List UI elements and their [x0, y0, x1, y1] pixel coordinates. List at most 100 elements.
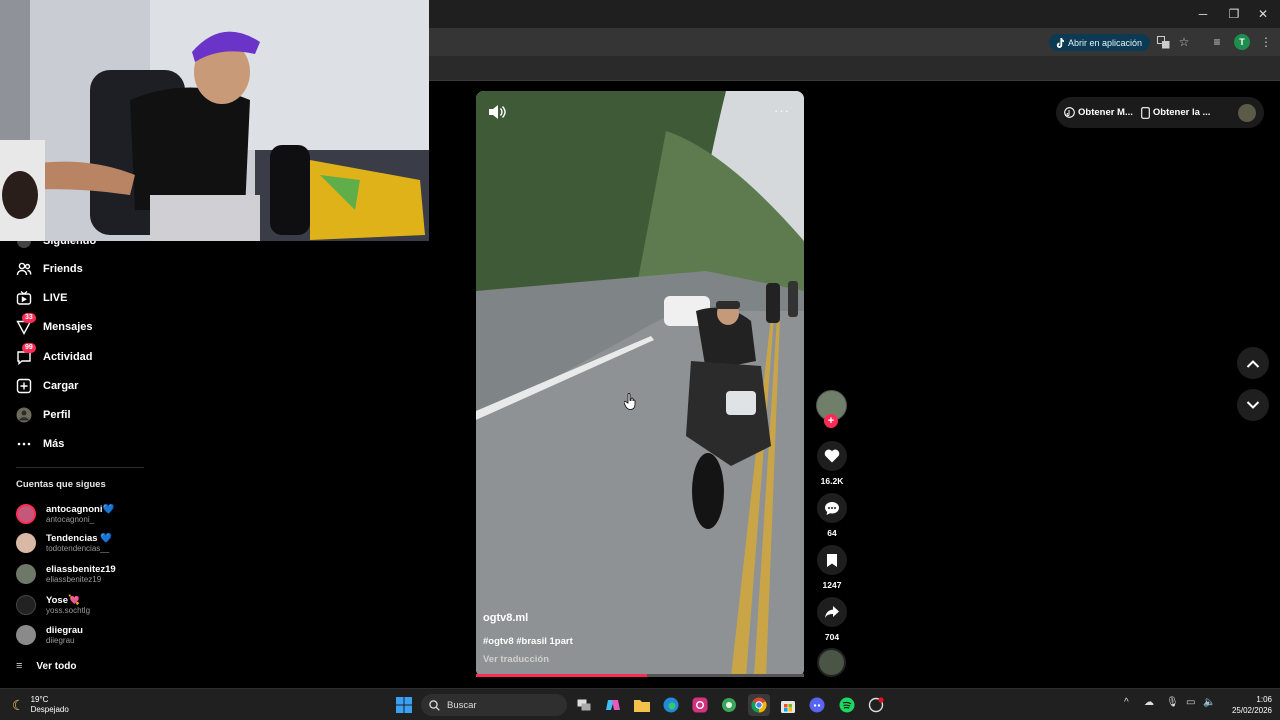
start-button[interactable] [393, 694, 415, 716]
chevron-up-icon [1246, 359, 1260, 368]
account-name: Tendencias 💙 [46, 532, 113, 544]
browser-profile-avatar[interactable]: T [1234, 34, 1250, 50]
sidebar-item-more[interactable]: Más [16, 433, 64, 455]
get-app-button-2[interactable]: Obtener la ... [1141, 106, 1210, 119]
account-name: eliassbenitez19 [46, 563, 116, 575]
sidebar-item-label: Friends [43, 263, 83, 275]
moon-icon: ☾ [12, 696, 25, 713]
see-translation-link[interactable]: Ver traducción [483, 654, 549, 665]
comment-button[interactable] [817, 493, 847, 523]
comment-icon [825, 501, 839, 515]
followed-account-item[interactable]: antocagnoni💙 antocagnoni_ [16, 501, 114, 527]
bookmark-star-icon[interactable]: ☆ [1175, 33, 1193, 51]
video-hashtags[interactable]: #ogtv8 #brasil 1part [483, 636, 573, 647]
open-in-app-label: Abrir en aplicación [1068, 37, 1143, 48]
previous-video-button[interactable] [1237, 347, 1269, 379]
sidebar-item-profile[interactable]: Perfil [16, 404, 71, 426]
avatar [16, 564, 36, 584]
spotify-icon[interactable] [836, 694, 858, 716]
get-app-pill: Obtener M... Obtener la ... [1056, 97, 1264, 128]
video-author[interactable]: ogtv8.ml [483, 612, 528, 624]
like-count: 16.2K [820, 476, 844, 486]
account-handle: yoss.sochtlg [46, 605, 91, 615]
sidebar-item-label: Cargar [43, 380, 79, 392]
instagram-icon[interactable] [689, 694, 711, 716]
sidebar-item-activity[interactable]: 99 Actividad [16, 343, 93, 368]
live-icon [16, 290, 32, 306]
close-icon[interactable]: ✕ [1246, 0, 1280, 28]
followed-account-item[interactable]: diiegrau diiegrau [16, 622, 83, 648]
sidebar-divider [16, 467, 144, 468]
user-avatar[interactable] [1238, 103, 1256, 122]
get-app-button-1[interactable]: Obtener M... [1064, 107, 1133, 118]
see-all-link[interactable]: ≡ Ver todo [16, 655, 76, 677]
tiktok-coin-icon [1064, 107, 1075, 118]
onedrive-icon[interactable]: ☁ [1144, 697, 1154, 708]
list-icon: ≡ [16, 660, 23, 672]
follow-plus-icon[interactable]: + [824, 414, 838, 428]
tray-overflow-icon[interactable]: ^ [1124, 697, 1129, 708]
system-clock[interactable]: 1:06 25/02/2026 [1224, 694, 1272, 716]
task-view-icon[interactable] [573, 694, 595, 716]
followed-account-item[interactable]: Tendencias 💙 todotendencias__ [16, 530, 112, 556]
volume-tray-icon[interactable]: 🔈 [1203, 697, 1215, 708]
like-button[interactable] [817, 441, 847, 471]
desktop: ─ ❐ ✕ Abrir en aplicación ☆ ≡ T ⋮ Siguie… [0, 0, 1280, 720]
edge-icon[interactable] [660, 694, 682, 716]
file-explorer-icon[interactable] [631, 694, 653, 716]
avatar [16, 595, 36, 615]
tiktok-icon [1056, 37, 1064, 48]
app-icon-red-dot[interactable] [865, 694, 887, 716]
avatar [16, 504, 36, 524]
sidebar-item-friends[interactable]: Friends [16, 258, 83, 280]
video-player[interactable] [476, 91, 804, 677]
search-placeholder: Buscar [447, 699, 477, 711]
profile-icon [16, 407, 32, 423]
chrome-icon[interactable] [748, 694, 770, 716]
translate-icon[interactable] [1154, 33, 1172, 51]
discord-icon[interactable] [806, 694, 828, 716]
minimize-icon[interactable]: ─ [1186, 0, 1220, 28]
store-icon[interactable] [777, 694, 799, 716]
video-progress-fill [476, 674, 647, 677]
chevron-down-icon [1246, 400, 1260, 409]
account-name: Yose💘 [46, 594, 80, 606]
video-frame [476, 91, 804, 677]
messages-icon: 33 [16, 313, 36, 335]
sidebar-item-messages[interactable]: 33 Mensajes [16, 313, 93, 338]
hand-cursor-icon [624, 393, 636, 410]
activity-icon: 99 [16, 343, 36, 365]
open-in-app-button[interactable]: Abrir en aplicación [1049, 34, 1151, 51]
followed-account-item[interactable]: Yose💘 yoss.sochtlg [16, 592, 90, 618]
sidebar-item-upload[interactable]: Cargar [16, 375, 78, 397]
weather-temp: 19°C [30, 695, 49, 704]
sidebar-item-label: Mensajes [43, 321, 93, 333]
share-button[interactable] [817, 597, 847, 627]
browser-menu-icon[interactable]: ⋮ [1257, 33, 1275, 51]
get-app-label-1: Obtener M... [1078, 107, 1133, 118]
app-icon-green[interactable] [718, 694, 740, 716]
share-icon [825, 606, 839, 618]
account-name: diiegrau [46, 624, 83, 636]
webcam-overlay [0, 0, 429, 241]
media-queue-icon[interactable]: ≡ [1208, 33, 1226, 51]
taskbar-search[interactable]: Buscar [421, 694, 567, 716]
activity-badge: 99 [22, 343, 36, 353]
bookmark-icon [827, 553, 837, 567]
network-icon[interactable]: ▭ [1186, 697, 1195, 708]
microphone-icon[interactable]: 🎙 [1166, 697, 1179, 708]
save-count: 1247 [822, 580, 842, 590]
video-more-icon[interactable]: ··· [774, 103, 790, 118]
music-disc[interactable] [817, 648, 846, 677]
copilot-icon[interactable] [602, 694, 624, 716]
share-count: 704 [824, 632, 840, 642]
account-handle: eliassbenitez19 [46, 574, 102, 584]
save-button[interactable] [817, 545, 847, 575]
sidebar-item-live[interactable]: LIVE [16, 287, 67, 309]
next-video-button[interactable] [1237, 389, 1269, 421]
followed-account-item[interactable]: eliassbenitez19 eliassbenitez19 [16, 561, 116, 587]
windows-icon [396, 697, 412, 713]
volume-icon[interactable] [488, 104, 506, 120]
clock-date: 25/02/2026 [1231, 706, 1272, 715]
weather-widget[interactable]: ☾ 19°C Despejado [12, 695, 69, 715]
